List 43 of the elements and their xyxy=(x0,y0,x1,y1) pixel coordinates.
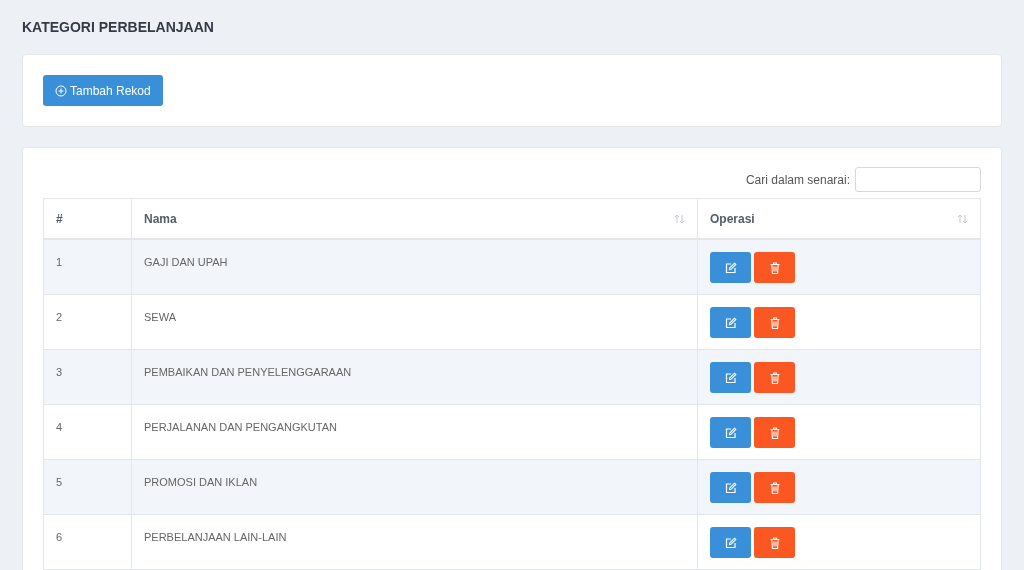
edit-button[interactable] xyxy=(710,527,751,558)
trash-icon xyxy=(769,481,780,494)
table-cell: GAJI DAN UPAH xyxy=(132,240,698,294)
table-cell: 1 xyxy=(44,240,132,294)
trash-icon xyxy=(769,536,780,549)
table-cell: PROMOSI DAN IKLAN xyxy=(132,460,698,514)
column-header[interactable]: # xyxy=(44,199,132,238)
edit-icon xyxy=(724,261,737,274)
delete-button[interactable] xyxy=(754,417,795,448)
edit-button[interactable] xyxy=(710,307,751,338)
delete-button[interactable] xyxy=(754,472,795,503)
trash-icon xyxy=(769,371,780,384)
table-cell: PERBELANJAAN LAIN-LAIN xyxy=(132,515,698,569)
edit-button[interactable] xyxy=(710,252,751,283)
table-cell: PERJALANAN DAN PENGANGKUTAN xyxy=(132,405,698,459)
delete-button[interactable] xyxy=(754,252,795,283)
trash-icon xyxy=(769,316,780,329)
column-header[interactable]: Operasi xyxy=(698,199,980,238)
trash-icon xyxy=(769,426,780,439)
table-cell: 3 xyxy=(44,350,132,404)
table-cell: SEWA xyxy=(132,295,698,349)
table-cell: 6 xyxy=(44,515,132,569)
table-cell: 2 xyxy=(44,295,132,349)
column-header[interactable]: Nama xyxy=(132,199,698,238)
edit-icon xyxy=(724,426,737,439)
table-cell: 4 xyxy=(44,405,132,459)
table-cell: 5 xyxy=(44,460,132,514)
delete-button[interactable] xyxy=(754,362,795,393)
edit-icon xyxy=(724,536,737,549)
search-field[interactable] xyxy=(855,167,981,192)
edit-icon xyxy=(724,371,737,384)
trash-icon xyxy=(769,261,780,274)
edit-button[interactable] xyxy=(710,417,751,448)
plus-circle-icon xyxy=(55,84,67,97)
delete-button[interactable] xyxy=(754,527,795,558)
search-label: Cari dalam senarai: xyxy=(745,171,850,189)
edit-button[interactable] xyxy=(710,362,751,393)
delete-button[interactable] xyxy=(754,307,795,338)
page-title: KATEGORI PERBELANJAAN xyxy=(22,18,215,37)
edit-button[interactable] xyxy=(710,472,751,503)
table-cell: PEMBAIKAN DAN PENYELENGGARAAN xyxy=(132,350,698,404)
edit-icon xyxy=(724,481,737,494)
edit-icon xyxy=(724,316,737,329)
